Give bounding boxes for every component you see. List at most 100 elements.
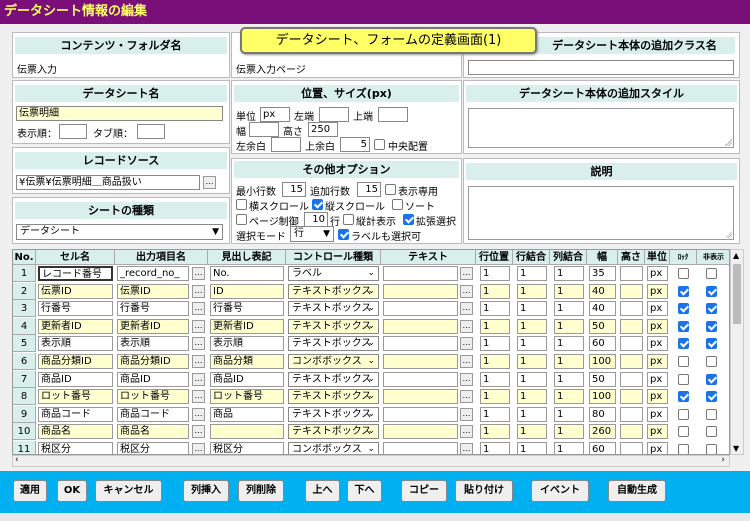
hide-checkbox[interactable] <box>706 320 717 332</box>
rowspan-input[interactable]: 1 <box>517 266 547 281</box>
row-position-input[interactable]: 1 <box>480 318 510 334</box>
text-browse-button[interactable]: … <box>460 302 473 316</box>
width-input[interactable]: 50 <box>589 318 616 334</box>
unit-input[interactable]: px <box>647 266 668 281</box>
cell-name-input[interactable]: 行番号 <box>38 301 113 317</box>
caption-input[interactable]: 表示順 <box>210 336 284 352</box>
caption-input[interactable]: No. <box>210 266 284 281</box>
lock-checkbox[interactable] <box>678 320 689 332</box>
text-browse-button[interactable]: … <box>460 355 473 368</box>
lock-checkbox[interactable] <box>678 408 689 420</box>
colspan-input[interactable]: 1 <box>554 266 584 281</box>
scroll-up-icon[interactable]: ▲ <box>733 251 739 260</box>
select-mode-select[interactable]: 行 ▼ <box>290 226 334 242</box>
control-type-select[interactable]: テキストボックス ⌄ <box>288 389 379 405</box>
hide-checkbox[interactable] <box>706 338 717 350</box>
output-field-input[interactable]: 表示順 <box>117 336 189 352</box>
colspan-input[interactable]: 1 <box>554 283 584 299</box>
rowspan-input[interactable]: 1 <box>517 424 547 440</box>
hide-checkbox[interactable] <box>706 268 717 279</box>
width-input[interactable]: 100 <box>589 354 616 369</box>
unit-input[interactable]: px <box>647 371 668 387</box>
insert-column-button[interactable]: 列挿入 <box>183 480 229 502</box>
height-input[interactable] <box>620 424 643 440</box>
row-position-input[interactable]: 1 <box>480 406 510 422</box>
row-position-input[interactable]: 1 <box>480 424 510 440</box>
hide-checkbox[interactable] <box>706 426 717 438</box>
width-input[interactable]: 60 <box>589 442 616 454</box>
height-input[interactable]: 250 <box>308 122 338 137</box>
text-input[interactable] <box>383 424 458 440</box>
colspan-input[interactable]: 1 <box>554 389 584 405</box>
caption-input[interactable]: ID <box>210 283 284 299</box>
width-input[interactable]: 260 <box>589 424 616 440</box>
output-field-input[interactable]: ロット番号 <box>117 389 189 405</box>
row-position-input[interactable]: 1 <box>480 283 510 299</box>
row-position-input[interactable]: 1 <box>480 266 510 281</box>
colspan-input[interactable]: 1 <box>554 318 584 334</box>
rowspan-input[interactable]: 1 <box>517 336 547 352</box>
label-selectable-checkbox[interactable] <box>338 229 349 240</box>
lock-checkbox[interactable] <box>678 303 689 315</box>
unit-input[interactable]: px <box>647 389 668 405</box>
hide-checkbox[interactable] <box>706 285 717 297</box>
sheet-type-select[interactable]: データシート ▼ <box>16 224 223 240</box>
tab-order-input[interactable] <box>137 124 165 139</box>
lock-checkbox[interactable] <box>678 268 689 279</box>
unit-input[interactable]: px <box>647 442 668 454</box>
description-textarea[interactable] <box>468 186 734 240</box>
scroll-thumb[interactable] <box>733 264 741 324</box>
left-input[interactable] <box>319 107 349 122</box>
height-input[interactable] <box>620 301 643 317</box>
field-browse-button[interactable]: … <box>192 372 205 386</box>
colspan-input[interactable]: 1 <box>554 301 584 317</box>
width-input[interactable]: 80 <box>589 406 616 422</box>
text-input[interactable] <box>383 442 458 454</box>
lock-checkbox[interactable] <box>678 338 689 350</box>
center-checkbox[interactable] <box>374 139 385 150</box>
width-input[interactable] <box>249 122 279 137</box>
min-rows-input[interactable]: 15 <box>282 182 306 197</box>
field-browse-button[interactable]: … <box>192 284 205 298</box>
unit-input[interactable]: px <box>647 283 668 299</box>
left-margin-input[interactable] <box>271 137 301 152</box>
output-field-input[interactable]: 商品名 <box>117 424 189 440</box>
height-input[interactable] <box>620 389 643 405</box>
text-input[interactable] <box>383 371 458 387</box>
width-input[interactable]: 35 <box>589 266 616 281</box>
rowspan-input[interactable]: 1 <box>517 442 547 454</box>
rowspan-input[interactable]: 1 <box>517 406 547 422</box>
add-class-input[interactable] <box>468 60 734 75</box>
vertical-total-checkbox[interactable] <box>343 214 354 225</box>
vscroll-checkbox[interactable] <box>312 199 323 210</box>
text-input[interactable] <box>383 336 458 352</box>
unit-input[interactable]: px <box>260 107 290 122</box>
height-input[interactable] <box>620 283 643 299</box>
width-input[interactable]: 60 <box>589 336 616 352</box>
resize-grip-icon[interactable] <box>725 231 732 238</box>
height-input[interactable] <box>620 442 643 454</box>
text-browse-button[interactable]: … <box>460 407 473 421</box>
hscroll-checkbox[interactable] <box>236 199 247 210</box>
text-browse-button[interactable]: … <box>460 390 473 404</box>
scroll-down-icon[interactable]: ▼ <box>733 444 739 453</box>
text-browse-button[interactable]: … <box>460 284 473 298</box>
output-field-input[interactable]: 更新者ID <box>117 318 189 334</box>
ok-button[interactable]: OK <box>57 480 87 502</box>
hide-checkbox[interactable] <box>706 391 717 403</box>
caption-input[interactable] <box>210 424 284 440</box>
caption-input[interactable]: 更新者ID <box>210 318 284 334</box>
text-browse-button[interactable]: … <box>460 372 473 386</box>
caption-input[interactable]: 商品分類 <box>210 354 284 369</box>
hide-checkbox[interactable] <box>706 408 717 420</box>
scroll-left-icon[interactable]: ‹ <box>15 455 19 465</box>
colspan-input[interactable]: 1 <box>554 371 584 387</box>
rowspan-input[interactable]: 1 <box>517 318 547 334</box>
rowspan-input[interactable]: 1 <box>517 301 547 317</box>
height-input[interactable] <box>620 406 643 422</box>
move-down-button[interactable]: 下へ <box>347 480 382 502</box>
height-input[interactable] <box>620 266 643 281</box>
colspan-input[interactable]: 1 <box>554 424 584 440</box>
field-browse-button[interactable]: … <box>192 407 205 421</box>
cell-name-input[interactable]: 表示順 <box>38 336 113 352</box>
